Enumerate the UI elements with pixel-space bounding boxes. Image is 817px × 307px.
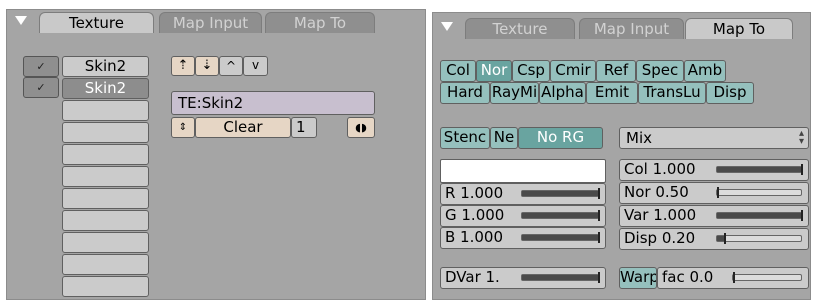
tab-texture[interactable]: Texture — [39, 12, 154, 33]
warp-fac-slider-track — [732, 272, 802, 283]
texture-slot-8[interactable] — [62, 210, 149, 231]
nor-factor-slider[interactable]: Nor 0.50 — [619, 182, 809, 204]
tab-map-to[interactable]: Map To — [265, 12, 375, 33]
texture-slot-4[interactable] — [62, 122, 149, 143]
fake-user-icon[interactable]: ◖◗ — [347, 117, 375, 138]
map-to-hard-button[interactable]: Hard — [440, 82, 490, 104]
move-up-top-button[interactable]: ⇡ — [171, 56, 195, 76]
map-to-panel: Texture Map Input Map To Col Nor Csp Cmir Re… — [432, 12, 811, 300]
var-factor-slider-knob — [801, 210, 803, 221]
var-factor-slider[interactable]: Var 1.000 — [619, 205, 809, 227]
red-slider-track — [521, 188, 600, 199]
tab-map-input[interactable]: Map Input — [159, 12, 262, 33]
red-slider[interactable]: R 1.000 — [440, 183, 606, 205]
blend-mode-value: Mix — [626, 129, 652, 147]
blue-slider-knob — [598, 232, 600, 243]
map-to-col-button[interactable]: Col — [440, 60, 476, 82]
map-to-nor-button[interactable]: Nor — [476, 60, 512, 82]
green-slider-knob — [598, 210, 600, 221]
green-slider-label: G 1.000 — [445, 206, 505, 224]
nor-factor-slider-track — [716, 187, 802, 198]
dvar-slider-label: DVar 1. — [445, 268, 500, 286]
texture-slot-11[interactable] — [62, 276, 149, 297]
tab-texture[interactable]: Texture — [465, 18, 575, 39]
red-slider-fill — [522, 191, 598, 196]
blue-slider-fill — [522, 235, 598, 240]
blend-mode-select[interactable]: Mix ▴ ▾ — [619, 127, 809, 149]
negative-button[interactable]: Ne — [490, 127, 518, 149]
users-count[interactable]: 1 — [291, 117, 317, 138]
clear-button[interactable]: Clear — [195, 117, 291, 138]
texture-slot-2[interactable]: Skin2 — [62, 78, 149, 99]
map-to-spec-button[interactable]: Spec — [636, 60, 684, 82]
move-down-button[interactable]: v — [243, 56, 268, 76]
texture-slot-3[interactable] — [62, 100, 149, 121]
disp-factor-slider-label: Disp 0.20 — [624, 229, 696, 247]
updown-arrows-icon: ▴ ▾ — [798, 128, 804, 147]
slot-check-1[interactable]: ✓ — [23, 56, 59, 77]
nor-factor-slider-label: Nor 0.50 — [624, 183, 689, 201]
move-down-bottom-button[interactable]: ⇣ — [195, 56, 219, 76]
col-factor-slider-knob — [801, 164, 803, 175]
tab-map-input[interactable]: Map Input — [579, 18, 684, 39]
green-slider-fill — [522, 213, 598, 218]
green-slider-track — [521, 210, 600, 221]
texture-slot-7[interactable] — [62, 188, 149, 209]
no-rgb-button[interactable]: No RG — [518, 127, 603, 149]
nor-factor-slider-knob — [717, 187, 719, 198]
map-to-cmir-button[interactable]: Cmir — [550, 60, 596, 82]
blue-slider-label: B 1.000 — [445, 228, 504, 246]
dvar-slider-fill — [522, 275, 598, 280]
red-slider-label: R 1.000 — [445, 184, 504, 202]
texture-name-field[interactable]: TE:Skin2 — [171, 91, 375, 115]
disp-factor-slider-knob — [724, 233, 726, 244]
blue-slider[interactable]: B 1.000 — [440, 227, 606, 249]
stencil-button[interactable]: Stenc — [440, 127, 490, 149]
dvar-slider-knob — [598, 272, 600, 283]
map-to-csp-button[interactable]: Csp — [512, 60, 550, 82]
var-factor-slider-fill — [717, 213, 801, 218]
blue-slider-track — [521, 232, 600, 243]
col-factor-slider[interactable]: Col 1.000 — [619, 159, 809, 181]
texture-slot-6[interactable] — [62, 166, 149, 187]
warp-fac-slider-knob — [733, 272, 735, 283]
red-slider-knob — [598, 188, 600, 199]
texture-slot-1[interactable]: Skin2 — [62, 56, 149, 77]
map-to-translu-button[interactable]: TransLu — [638, 82, 706, 104]
col-factor-slider-track — [716, 164, 803, 175]
texture-slot-9[interactable] — [62, 232, 149, 253]
collapse-triangle-icon[interactable] — [441, 22, 453, 31]
var-factor-slider-track — [716, 210, 803, 221]
browse-texture-icon[interactable]: ⇕ — [171, 117, 195, 138]
collapse-triangle-icon[interactable] — [15, 16, 27, 25]
color-swatch[interactable] — [440, 159, 606, 183]
move-up-button[interactable]: ^ — [219, 56, 243, 76]
col-factor-slider-label: Col 1.000 — [624, 160, 696, 178]
green-slider[interactable]: G 1.000 — [440, 205, 606, 227]
slot-check-2[interactable]: ✓ — [23, 77, 59, 98]
texture-slot-5[interactable] — [62, 144, 149, 165]
texture-slot-10[interactable] — [62, 254, 149, 275]
warp-fac-slider-label: fac 0.0 — [662, 268, 714, 286]
tab-map-to[interactable]: Map To — [685, 18, 793, 39]
map-to-emit-button[interactable]: Emit — [586, 82, 638, 104]
col-factor-slider-fill — [717, 167, 801, 172]
dvar-slider-track — [521, 272, 600, 283]
var-factor-slider-label: Var 1.000 — [624, 206, 697, 224]
texture-panel: Texture Map Input Map To ✓ ✓ Skin2 Skin2 … — [6, 9, 426, 300]
map-to-raymi-button[interactable]: RayMi — [490, 82, 539, 104]
map-to-alpha-button[interactable]: Alpha — [539, 82, 586, 104]
warp-fac-slider[interactable]: fac 0.0 — [657, 267, 809, 289]
map-to-ref-button[interactable]: Ref — [596, 60, 636, 82]
map-to-amb-button[interactable]: Amb — [684, 60, 726, 82]
dvar-slider[interactable]: DVar 1. — [440, 267, 606, 289]
disp-factor-slider-track — [716, 233, 802, 244]
disp-factor-slider[interactable]: Disp 0.20 — [619, 228, 809, 250]
map-to-disp-button[interactable]: Disp — [706, 82, 754, 104]
warp-button[interactable]: Warp — [619, 267, 657, 289]
screenshot-root: Texture Map Input Map To ✓ ✓ Skin2 Skin2 … — [0, 0, 817, 307]
